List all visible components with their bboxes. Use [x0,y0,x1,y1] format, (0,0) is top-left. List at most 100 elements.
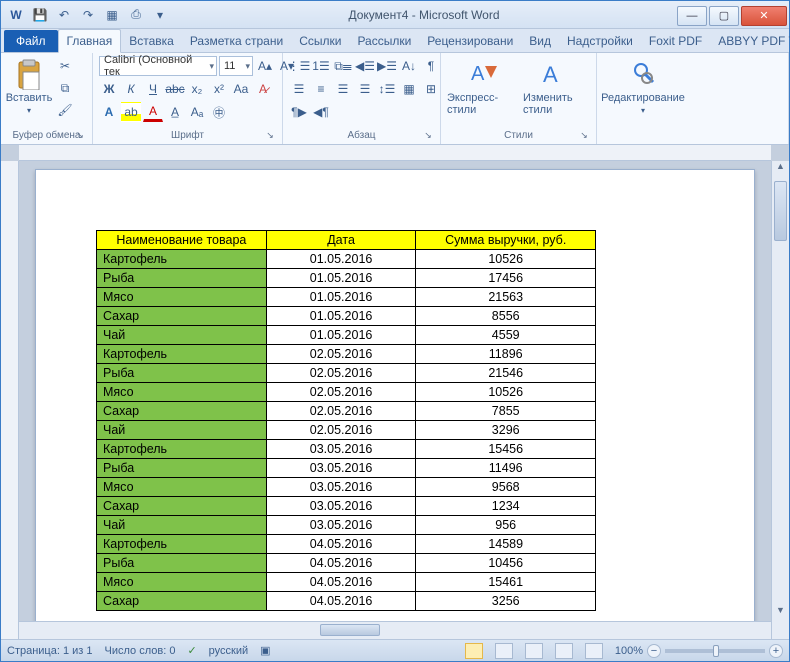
change-styles-button[interactable]: A Изменить стили [523,56,583,116]
editing-button[interactable]: Редактирование ▾ [603,56,683,115]
table-cell[interactable]: 11896 [416,345,596,364]
table-cell[interactable]: Мясо [97,573,267,592]
qat-button-2[interactable]: ⎙ [125,4,147,26]
bold-icon[interactable]: Ж [99,79,119,99]
table-row[interactable]: Сахар03.05.20161234 [97,497,596,516]
status-language[interactable]: русский [209,645,248,657]
table-cell[interactable]: 03.05.2016 [266,516,416,535]
table-row[interactable]: Мясо02.05.201610526 [97,383,596,402]
table-cell[interactable]: 02.05.2016 [266,402,416,421]
table-cell[interactable]: 01.05.2016 [266,288,416,307]
increase-indent-icon[interactable]: ▶☰ [377,56,397,76]
table-cell[interactable]: 02.05.2016 [266,383,416,402]
table-cell[interactable]: 1234 [416,497,596,516]
table-row[interactable]: Сахар02.05.20167855 [97,402,596,421]
table-cell[interactable]: 4559 [416,326,596,345]
styles-launcher-icon[interactable]: ↘ [578,130,590,142]
table-row[interactable]: Картофель02.05.201611896 [97,345,596,364]
web-layout-view-icon[interactable] [525,643,543,659]
grow-font-icon[interactable]: A▴ [255,56,275,76]
redo-icon[interactable]: ↷ [77,4,99,26]
table-cell[interactable]: Мясо [97,288,267,307]
paragraph-launcher-icon[interactable]: ↘ [422,130,434,142]
vertical-scrollbar[interactable]: ▲ ▼ [771,161,789,639]
table-cell[interactable]: Рыба [97,554,267,573]
table-row[interactable]: Рыба04.05.201610456 [97,554,596,573]
clear-format-icon[interactable]: A̷ [253,79,273,99]
table-cell[interactable]: 01.05.2016 [266,307,416,326]
table-row[interactable]: Рыба03.05.201611496 [97,459,596,478]
show-marks-icon[interactable]: ¶ [421,56,441,76]
print-layout-view-icon[interactable] [465,643,483,659]
strike-icon[interactable]: abc [165,79,185,99]
ltr-icon[interactable]: ¶▶ [289,102,309,122]
zoom-knob[interactable] [713,645,719,657]
tab-review[interactable]: Рецензировани [419,30,521,52]
font-color-icon[interactable]: A [143,102,163,122]
justify-icon[interactable]: ☰ [355,79,375,99]
table-cell[interactable]: 9568 [416,478,596,497]
table-cell[interactable]: Чай [97,326,267,345]
table-cell[interactable]: Сахар [97,307,267,326]
phonetic-icon[interactable]: Aₐ [187,102,207,122]
table-cell[interactable]: Рыба [97,364,267,383]
rtl-icon[interactable]: ◀¶ [311,102,331,122]
table-cell[interactable]: Чай [97,421,267,440]
borders-icon[interactable]: ⊞ [421,79,441,99]
font-size-combo[interactable]: 11 [219,56,253,76]
tab-addins[interactable]: Надстройки [559,30,641,52]
table-cell[interactable]: 3256 [416,592,596,611]
copy-icon[interactable]: ⧉ [55,78,75,98]
font-name-combo[interactable]: Calibri (Основной тек [99,56,217,76]
tab-mailings[interactable]: Рассылки [349,30,419,52]
tab-abbyy[interactable]: ABBYY PDF Trans [710,30,790,52]
close-button[interactable]: ✕ [741,6,787,26]
enclose-icon[interactable]: ㊥ [209,102,229,122]
align-right-icon[interactable]: ☰ [333,79,353,99]
change-case-icon[interactable]: Aa [231,79,251,99]
table-cell[interactable]: 15461 [416,573,596,592]
table-row[interactable]: Картофель01.05.201610526 [97,250,596,269]
table-cell[interactable]: 11496 [416,459,596,478]
table-row[interactable]: Чай01.05.20164559 [97,326,596,345]
zoom-out-icon[interactable]: − [647,644,661,658]
maximize-button[interactable]: ▢ [709,6,739,26]
zoom-in-icon[interactable]: + [769,644,783,658]
tab-foxit[interactable]: Foxit PDF [641,30,710,52]
minimize-button[interactable]: — [677,6,707,26]
table-cell[interactable]: Рыба [97,459,267,478]
text-effects-icon[interactable]: A [99,102,119,122]
table-cell[interactable]: Рыба [97,269,267,288]
table-row[interactable]: Мясо01.05.201621563 [97,288,596,307]
status-page[interactable]: Страница: 1 из 1 [7,645,93,657]
table-cell[interactable]: Мясо [97,478,267,497]
paste-button[interactable]: Вставить ▾ [7,56,51,115]
quick-styles-button[interactable]: A Экспресс-стили [447,56,519,116]
document-page[interactable]: Наименование товара Дата Сумма выручки, … [35,169,755,639]
table-cell[interactable]: 04.05.2016 [266,554,416,573]
table-cell[interactable]: 10526 [416,250,596,269]
italic-icon[interactable]: К [121,79,141,99]
table-row[interactable]: Рыба02.05.201621546 [97,364,596,383]
table-cell[interactable]: 10456 [416,554,596,573]
tab-references[interactable]: Ссылки [291,30,349,52]
table-cell[interactable]: 04.05.2016 [266,573,416,592]
table-cell[interactable]: 02.05.2016 [266,345,416,364]
underline-icon[interactable]: Ч [143,79,163,99]
tab-layout[interactable]: Разметка страни [182,30,291,52]
table-row[interactable]: Рыба01.05.201617456 [97,269,596,288]
subscript-icon[interactable]: x₂ [187,79,207,99]
table-cell[interactable]: Сахар [97,592,267,611]
line-spacing-icon[interactable]: ↕☰ [377,79,397,99]
table-row[interactable]: Картофель03.05.201615456 [97,440,596,459]
table-cell[interactable]: 01.05.2016 [266,269,416,288]
table-row[interactable]: Сахар01.05.20168556 [97,307,596,326]
tab-view[interactable]: Вид [521,30,559,52]
scroll-thumb[interactable] [774,181,787,241]
word-icon[interactable]: W [5,4,27,26]
align-left-icon[interactable]: ☰ [289,79,309,99]
font-launcher-icon[interactable]: ↘ [264,130,276,142]
table-cell[interactable]: 02.05.2016 [266,364,416,383]
status-word-count[interactable]: Число слов: 0 [105,645,176,657]
table-cell[interactable]: 04.05.2016 [266,535,416,554]
